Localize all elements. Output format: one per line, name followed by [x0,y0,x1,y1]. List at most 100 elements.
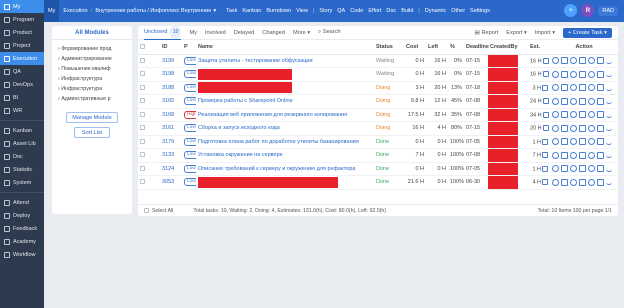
report-button[interactable]: ▤ Report [475,30,499,36]
task-name[interactable]: Проверка работы с Sharepoint Online [196,94,374,109]
task-id[interactable]: 3179 [160,135,182,149]
table-row[interactable]: 3133 Low Установка окружения на сервере Don… [138,148,618,163]
download-icon[interactable] [606,112,612,118]
table-row[interactable]: 3124 Low Описание требований к серверу и о… [138,162,618,176]
record-icon[interactable] [588,57,595,65]
estimate-edit-icon[interactable] [542,98,549,105]
module-tree-item[interactable]: › Формирование прод [58,44,126,54]
record-icon[interactable] [588,97,595,105]
nav-code[interactable]: Code [350,8,363,14]
nav-qa[interactable]: QA [337,8,345,14]
finish-icon[interactable] [561,70,568,78]
nav-effort[interactable]: Effort [368,8,381,14]
sidebar-item-feedback[interactable]: Feedback [0,222,44,235]
row-checkbox[interactable] [140,152,145,158]
effort-icon[interactable] [570,84,577,92]
start-icon[interactable] [552,165,559,173]
estimate-edit-icon[interactable] [542,179,548,186]
filter-unclosed[interactable]: Unclosed 10 [144,25,182,40]
more-icon[interactable] [597,124,604,132]
task-id[interactable]: 3198 [160,67,182,82]
task-name[interactable] [196,175,374,190]
download-icon[interactable] [606,139,612,145]
sidebar-item-attend[interactable]: Attend [0,196,44,209]
edit-icon[interactable] [579,165,586,173]
sidebar-item-my[interactable]: My [0,0,44,13]
finish-icon[interactable] [561,165,568,173]
edit-icon[interactable] [579,84,586,92]
record-icon[interactable] [588,70,595,78]
sort-list-button[interactable]: Sort List [74,127,110,138]
import-button[interactable]: Import ▾ [535,30,555,36]
estimate-edit-icon[interactable] [542,111,549,118]
finish-icon[interactable] [561,84,568,92]
table-row[interactable]: 3188 Low Doing 3 H 20 H 13% 07-18 3 H [138,81,618,95]
sidebar-item-system[interactable]: System [0,176,44,189]
edit-icon[interactable] [579,111,586,119]
task-name[interactable]: Сборка и запуск исходного кода [196,121,374,136]
start-icon[interactable] [552,151,559,159]
sidebar-item-workflow[interactable]: Workflow [0,248,44,261]
sidebar-item-kanban[interactable]: Kanban [0,124,44,137]
create-plus-icon[interactable]: + [564,4,578,17]
column-header[interactable]: Est. [528,40,550,55]
table-row[interactable]: 3198 Low Waiting 0 H 16 H 0% 07-15 16 H [138,67,618,82]
module-tree-item[interactable]: › Повышение квалиф [58,64,126,74]
column-header[interactable]: Cost [404,40,426,55]
manage-module-button[interactable]: Manage Module [66,112,118,123]
finish-icon[interactable] [561,151,568,159]
filter-more[interactable]: More ▾ [293,30,310,36]
edit-icon[interactable] [579,138,586,146]
record-icon[interactable] [588,138,595,146]
more-icon[interactable] [597,138,604,146]
edit-icon[interactable] [579,178,586,186]
nav-task[interactable]: Task [226,8,237,14]
sidebar-item-academy[interactable]: Academy [0,235,44,248]
nav-burndown[interactable]: Burndown [266,8,291,14]
column-header[interactable]: Action [550,40,618,55]
more-icon[interactable] [597,151,604,159]
download-icon[interactable] [606,125,612,132]
task-id[interactable]: 3168 [160,108,182,122]
task-id[interactable]: 3133 [160,148,182,163]
start-icon[interactable] [552,111,559,119]
download-icon[interactable] [606,152,612,159]
sidebar-item-execution[interactable]: Execution [0,52,44,65]
record-icon[interactable] [588,111,595,119]
sidebar-item-devops[interactable]: DevOps [0,78,44,91]
record-icon[interactable] [588,178,595,186]
row-checkbox[interactable] [140,111,145,117]
record-icon[interactable] [588,84,595,92]
finish-icon[interactable] [561,111,568,119]
filter-my[interactable]: My [189,30,196,36]
sidebar-item-deploy[interactable]: Deploy [0,209,44,222]
edit-icon[interactable] [579,70,586,78]
task-id[interactable]: 3161 [160,121,182,136]
row-checkbox[interactable] [140,57,145,63]
table-row[interactable]: 3165 Low Проверка работы с Sharepoint Onli… [138,94,618,109]
filter-delayed[interactable]: Delayed [234,30,255,36]
chevron-down-icon[interactable]: ▾ [213,8,216,14]
module-tree-item[interactable]: › Инфраструктура [58,84,126,94]
row-checkbox[interactable] [140,84,145,90]
nav-story[interactable]: Story [319,8,332,14]
finish-icon[interactable] [561,124,568,132]
select-all-header-checkbox[interactable] [140,43,145,49]
start-icon[interactable] [552,97,559,105]
record-icon[interactable] [588,124,595,132]
export-button[interactable]: Export ▾ [506,30,527,36]
task-name[interactable]: Реализация веб приложения для резервного… [196,108,374,122]
sidebar-item-doc[interactable]: Doc [0,150,44,163]
estimate-edit-icon[interactable] [542,138,548,145]
column-header[interactable]: Status [374,40,404,55]
task-name[interactable]: Защита утилиты - тестирование обфускации [196,54,374,68]
nav-doc[interactable]: Doc [386,8,396,14]
column-header[interactable]: % [448,40,464,55]
effort-icon[interactable] [570,124,577,132]
sidebar-item-wr[interactable]: WR [0,104,44,117]
effort-icon[interactable] [570,151,577,159]
nav-build[interactable]: Build [401,8,413,14]
task-name[interactable]: Подготовка плана работ по доработке утил… [196,135,374,149]
column-header[interactable]: Deadline [464,40,489,55]
table-row[interactable]: 3161 Low Сборка и запуск исходного кода Doi… [138,121,618,136]
